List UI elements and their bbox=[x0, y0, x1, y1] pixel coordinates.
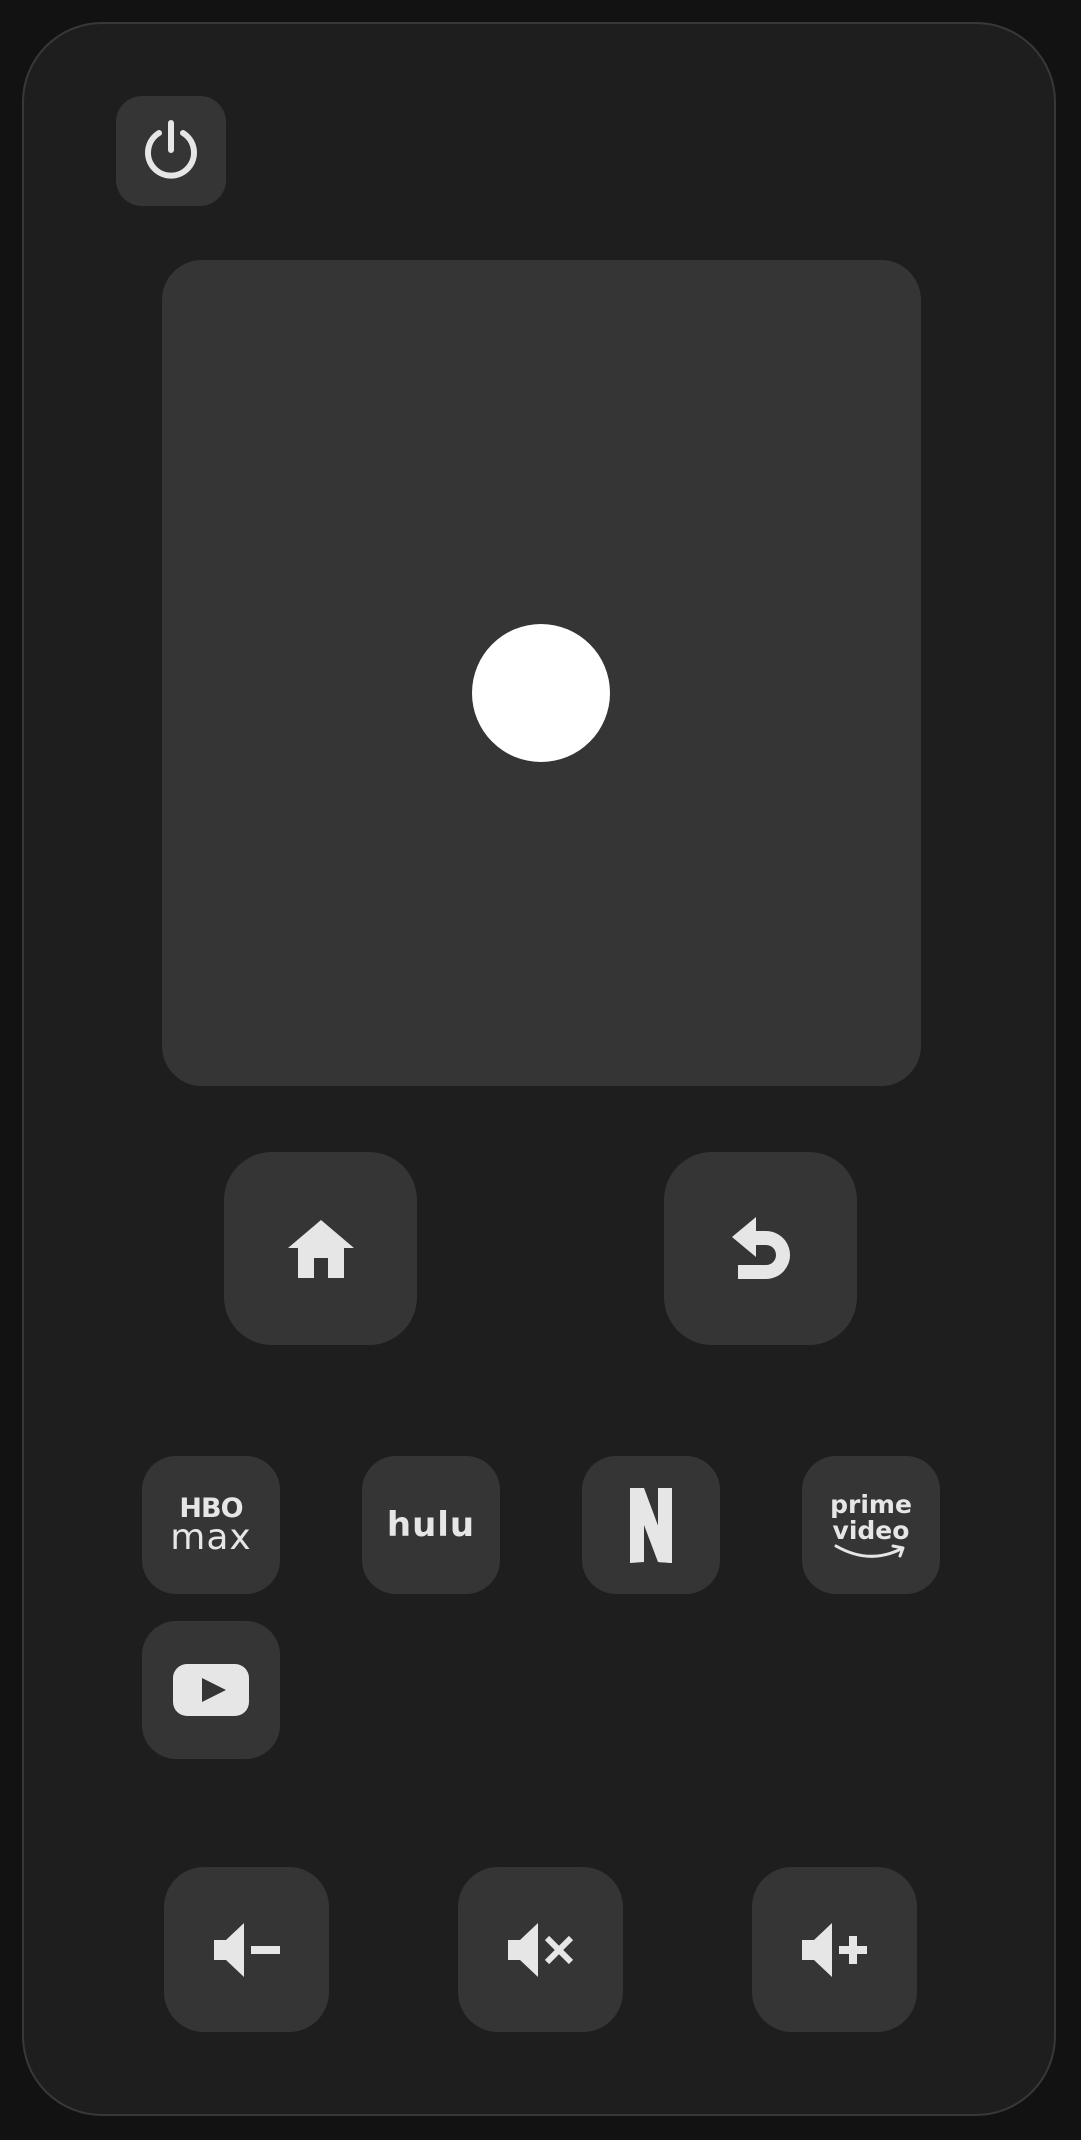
netflix-logo-icon bbox=[630, 1488, 672, 1563]
app-prime-video[interactable]: prime video bbox=[802, 1456, 940, 1594]
power-button[interactable] bbox=[116, 96, 226, 206]
app-hbo-max[interactable]: HBO max bbox=[142, 1456, 280, 1594]
volume-down-button[interactable] bbox=[164, 1867, 329, 2032]
touchpad-cursor bbox=[472, 624, 610, 762]
power-icon bbox=[145, 120, 197, 179]
prime-video-logo-line2: video bbox=[832, 1515, 910, 1545]
home-icon bbox=[287, 1219, 354, 1278]
hbo-max-logo: HBO max bbox=[170, 1495, 251, 1556]
back-button[interactable] bbox=[664, 1152, 857, 1345]
volume-up-button[interactable] bbox=[752, 1867, 917, 2032]
volume-up-icon bbox=[801, 1922, 867, 1977]
youtube-logo-icon bbox=[173, 1664, 249, 1716]
amazon-smile-icon bbox=[834, 1544, 905, 1558]
app-netflix[interactable] bbox=[582, 1456, 720, 1594]
touchpad[interactable] bbox=[162, 260, 921, 1086]
volume-mute-icon bbox=[507, 1922, 573, 1977]
hbo-max-logo-line2: max bbox=[170, 1516, 252, 1558]
prime-video-logo-line1: prime bbox=[830, 1489, 912, 1519]
volume-down-icon bbox=[213, 1922, 280, 1977]
back-arrow-icon bbox=[731, 1216, 790, 1279]
prime-video-logo: prime video bbox=[830, 1492, 912, 1559]
mute-button[interactable] bbox=[458, 1867, 623, 2032]
remote-panel: HBO max hulu prime video bbox=[22, 22, 1056, 2116]
hulu-logo: hulu bbox=[386, 1505, 476, 1545]
home-button[interactable] bbox=[224, 1152, 417, 1345]
app-hulu[interactable]: hulu bbox=[362, 1456, 500, 1594]
app-youtube[interactable] bbox=[142, 1621, 280, 1759]
